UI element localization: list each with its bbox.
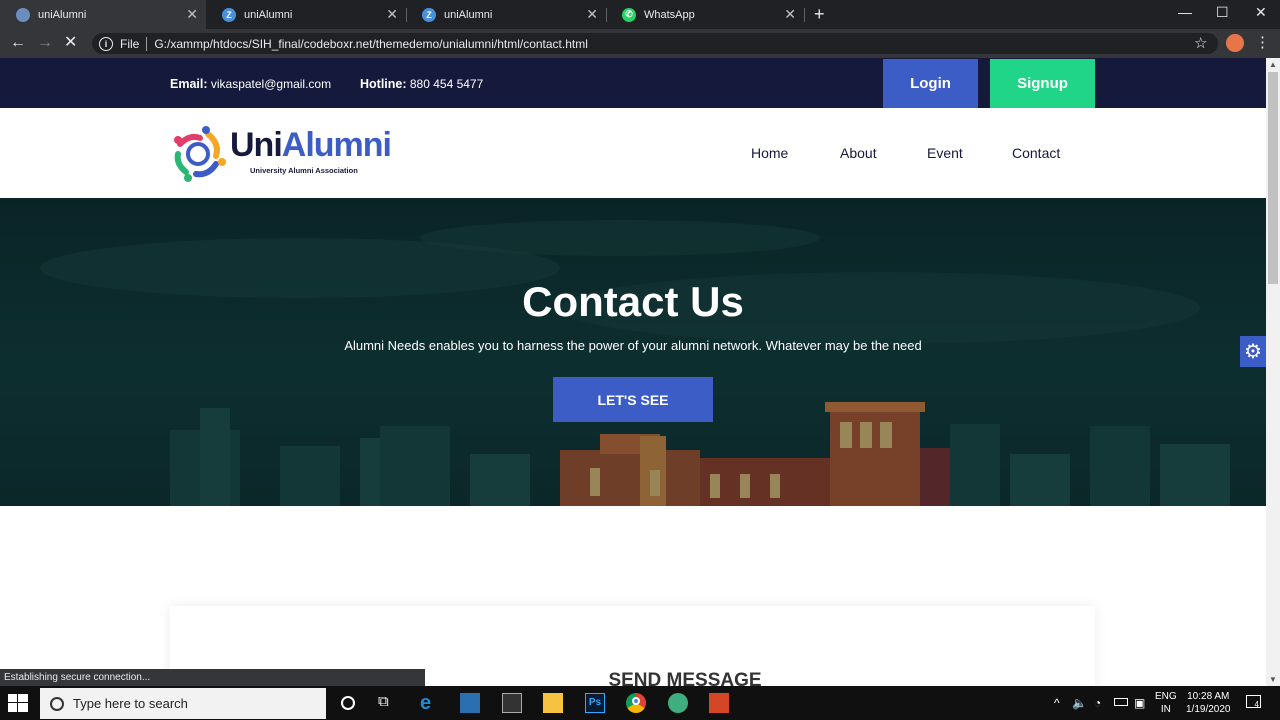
search-icon (50, 696, 64, 711)
browser-tab[interactable]: uniAlumni ✕ (0, 0, 206, 29)
profile-avatar[interactable] (1226, 34, 1244, 52)
site-favicon-icon (16, 7, 30, 22)
logo-word-uni: Uni (230, 126, 283, 164)
terminal-icon[interactable] (502, 693, 522, 713)
gear-icon[interactable]: ⚙ (1240, 336, 1266, 367)
email-label: Email: (170, 77, 208, 91)
hotline-info: Hotline: 880 454 5477 (360, 77, 483, 91)
show-hidden-icons[interactable]: ^ (1054, 696, 1060, 710)
email-info: Email: vikaspatel@gmail.com (170, 77, 331, 91)
logo-mark-icon (174, 126, 226, 182)
cortana-icon[interactable] (338, 693, 358, 713)
file-explorer-icon[interactable] (543, 693, 563, 713)
notification-center-icon[interactable]: 4 (1246, 695, 1261, 709)
region-code: IN (1160, 704, 1171, 715)
clock-date: 1/19/2020 (1186, 704, 1231, 715)
close-tab-icon[interactable]: ✕ (784, 7, 796, 21)
tab-title: WhatsApp (644, 8, 695, 21)
powerpoint-icon[interactable] (709, 693, 729, 713)
site-favicon-icon: Z (422, 7, 436, 22)
tab-title: uniAlumni (244, 8, 293, 21)
whatsapp-icon: ✆ (622, 7, 636, 22)
logo-subtitle: University Alumni Association (250, 166, 358, 175)
new-tab-button[interactable]: + (814, 4, 825, 25)
clock-time: 10:28 AM (1187, 691, 1230, 702)
page-scrollbar[interactable]: ▲ ▼ (1266, 58, 1280, 686)
hero-banner: Contact Us Alumni Needs enables you to h… (0, 198, 1266, 506)
site-logo[interactable]: UniAlumni University Alumni Association (170, 124, 392, 184)
photoshop-icon[interactable]: Ps (585, 693, 605, 713)
chrome-icon[interactable] (626, 693, 646, 713)
logo-word-alumni: Alumni (281, 126, 392, 164)
contact-topbar: Email: vikaspatel@gmail.com Hotline: 880… (0, 58, 1266, 108)
battery-icon[interactable] (1114, 698, 1128, 706)
url-text[interactable]: G:/xammp/htdocs/SIH_final/codeboxr.net/t… (154, 37, 588, 51)
stop-loading-icon[interactable]: ✕ (64, 34, 77, 52)
back-icon[interactable]: ← (10, 34, 26, 52)
nav-home[interactable]: Home (751, 145, 788, 161)
nav-event[interactable]: Event (927, 145, 963, 161)
page-title: Contact Us (522, 278, 744, 325)
vscode-icon[interactable] (460, 693, 480, 713)
language-indicator[interactable]: ENG IN (1155, 690, 1177, 716)
nav-about[interactable]: About (840, 145, 877, 161)
scroll-up-icon[interactable]: ▲ (1269, 60, 1277, 69)
browser-tab[interactable]: Z uniAlumni ✕ (206, 0, 407, 29)
url-scheme-label: File (120, 36, 140, 51)
network-icon[interactable]: ▣ (1134, 696, 1145, 710)
address-bar[interactable]: i File G:/xammp/htdocs/SIH_final/codebox… (92, 33, 1218, 54)
maximize-icon[interactable]: ☐ (1216, 4, 1229, 21)
lets-see-button[interactable]: LET'S SEE (553, 377, 713, 422)
edge-icon[interactable]: e (420, 693, 440, 713)
taskbar-search-box[interactable]: Type here to search (40, 688, 326, 719)
language-code: ENG (1155, 691, 1177, 702)
tab-title: uniAlumni (38, 8, 87, 21)
email-value: vikaspatel@gmail.com (210, 77, 332, 91)
windows-start-icon[interactable] (8, 694, 28, 712)
site-favicon-icon: Z (222, 7, 236, 22)
browser-tab[interactable]: ✆ WhatsApp ✕ (606, 0, 805, 29)
browser-tab[interactable]: Z uniAlumni ✕ (406, 0, 607, 29)
close-window-icon[interactable]: ✕ (1255, 4, 1267, 21)
notification-count: 4 (1254, 700, 1259, 709)
clock[interactable]: 10:28 AM 1/19/2020 (1186, 690, 1231, 716)
forward-icon[interactable]: → (37, 34, 53, 52)
close-tab-icon[interactable]: ✕ (586, 7, 598, 21)
volume-icon[interactable]: 🔈 (1072, 696, 1087, 710)
scroll-down-icon[interactable]: ▼ (1269, 675, 1277, 684)
taskbar-search-placeholder: Type here to search (73, 696, 188, 711)
wifi-icon[interactable]: ◔ (1094, 696, 1101, 710)
task-view-icon[interactable]: ⧉ (378, 693, 398, 713)
atom-icon[interactable] (668, 693, 688, 713)
minimize-icon[interactable]: — (1178, 4, 1192, 20)
signup-button[interactable]: Signup (990, 59, 1095, 108)
browser-tab-strip: uniAlumni ✕ Z uniAlumni ✕ Z uniAlumni ✕ … (0, 0, 1280, 29)
browser-menu-icon[interactable]: ⋮ (1255, 33, 1270, 51)
windows-taskbar: Type here to search ⧉ e Ps ^ 🔈 ◔ ▣ ENG I… (0, 686, 1280, 720)
hotline-value: 880 454 5477 (409, 77, 484, 91)
bookmark-star-icon[interactable]: ☆ (1194, 34, 1207, 52)
tab-title: uniAlumni (444, 8, 493, 21)
scrollbar-thumb[interactable] (1268, 72, 1278, 284)
login-button[interactable]: Login (883, 59, 978, 108)
close-tab-icon[interactable]: ✕ (386, 7, 398, 21)
site-header: UniAlumni University Alumni Association … (0, 108, 1266, 198)
info-icon[interactable]: i (99, 36, 113, 51)
web-page: Email: vikaspatel@gmail.com Hotline: 880… (0, 58, 1266, 686)
hero-description: Alumni Needs enables you to harness the … (344, 338, 922, 353)
browser-status-bubble: Establishing secure connection... (0, 669, 425, 687)
hotline-label: Hotline: (360, 77, 407, 91)
close-tab-icon[interactable]: ✕ (186, 7, 198, 21)
nav-contact[interactable]: Contact (1012, 145, 1060, 161)
